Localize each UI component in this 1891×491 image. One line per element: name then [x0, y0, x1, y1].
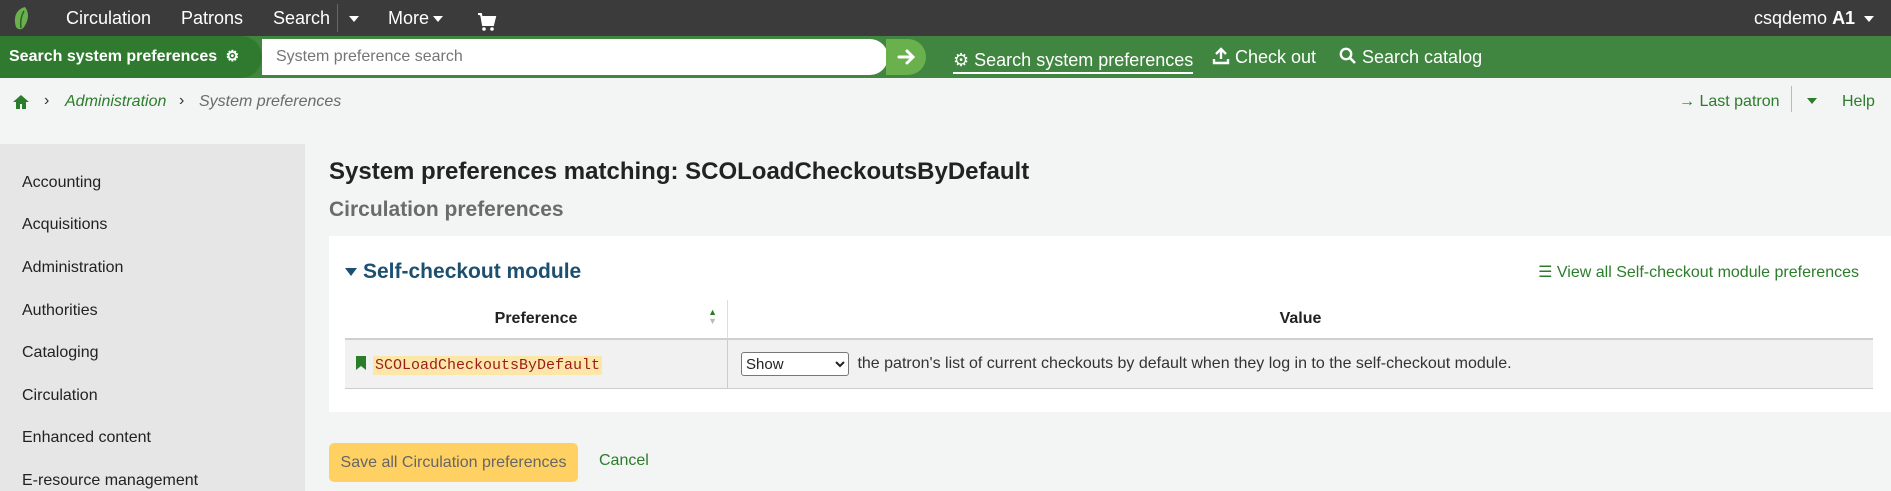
last-patron-label: Last patron	[1699, 93, 1780, 110]
page-title: System preferences matching: SCOLoadChec…	[329, 158, 1030, 185]
caret-down-icon	[1864, 16, 1875, 23]
help-label: Help	[1842, 93, 1875, 110]
arrow-right-icon	[897, 49, 916, 65]
breadcrumb-bar: › Administration › System preferences → …	[0, 78, 1891, 126]
caret-down-icon	[345, 268, 357, 277]
preference-cell: SCOLoadCheckoutsByDefault	[345, 339, 728, 389]
nav-divider	[337, 4, 338, 32]
page-subtitle: Circulation preferences	[329, 198, 564, 221]
sidebar-item-acquisitions[interactable]: Acquisitions	[22, 216, 107, 234]
section-title: Self-checkout module	[363, 260, 582, 283]
sidebar-item-circulation[interactable]: Circulation	[22, 387, 98, 405]
sort-icon: ▲ ▼	[708, 307, 717, 326]
section-toggle[interactable]: Self-checkout module	[345, 260, 581, 284]
search-icon	[1339, 47, 1356, 64]
sidebar-item-accounting[interactable]: Accounting	[22, 174, 101, 192]
preference-name: SCOLoadCheckoutsByDefault	[373, 355, 603, 375]
table-row: SCOLoadCheckoutsByDefault Show the patro…	[345, 339, 1873, 389]
last-patron-link[interactable]: → Last patron	[1679, 93, 1780, 111]
view-all-label: View all Self-checkout module preference…	[1556, 264, 1859, 281]
sidebar-item-administration[interactable]: Administration	[22, 259, 123, 277]
logged-in-user[interactable]: csqdemo A1	[1754, 0, 1875, 36]
top-navbar: Circulation Patrons Search More csqdemo …	[0, 0, 1891, 36]
tab-label: Search system preferences	[974, 50, 1194, 70]
preference-description: the patron's list of current checkouts b…	[857, 355, 1512, 373]
chevron-right-icon: ›	[179, 92, 185, 109]
view-all-link[interactable]: ☰ View all Self-checkout module preferen…	[1538, 262, 1859, 282]
sidebar-item-cataloging[interactable]: Cataloging	[22, 344, 99, 362]
help-link[interactable]: Help	[1842, 93, 1875, 111]
admin-sidebar: Accounting Acquisitions Administration A…	[0, 144, 305, 491]
search-submit-button[interactable]	[886, 39, 926, 75]
caret-down-icon	[1807, 97, 1817, 104]
caret-down-icon	[349, 16, 359, 23]
search-header: Search system preferences ⚙ ⚙ Search sys…	[0, 36, 1891, 78]
cancel-link[interactable]: Cancel	[599, 452, 649, 470]
branch-code: A1	[1832, 8, 1856, 28]
last-patron-dropdown[interactable]	[1803, 92, 1817, 110]
tab-search-catalog[interactable]: Search catalog	[1339, 36, 1482, 78]
cart-icon[interactable]	[477, 8, 497, 31]
list-icon: ☰	[1538, 264, 1553, 281]
tab-label: Search catalog	[1362, 47, 1483, 67]
home-icon[interactable]	[12, 93, 30, 111]
bookmark-icon[interactable]	[355, 355, 367, 371]
preferences-table: Preference ▲ ▼ Value SCOLoadCheckoutsByDe…	[345, 300, 1873, 389]
value-cell: Show the patron's list of current checko…	[727, 339, 1873, 389]
caret-down-icon	[433, 16, 444, 23]
sidebar-item-enhanced-content[interactable]: Enhanced content	[22, 429, 151, 447]
chevron-right-icon: ›	[44, 92, 50, 109]
search-type-text: Search system preferences	[9, 48, 218, 65]
gears-icon: ⚙	[953, 50, 970, 70]
username: csqdemo	[1754, 8, 1828, 28]
preferences-panel: Self-checkout module ☰ View all Self-che…	[329, 236, 1891, 412]
koha-logo-icon[interactable]	[10, 5, 36, 31]
breadcrumb-administration[interactable]: Administration	[65, 93, 166, 111]
breadcrumb-current: System preferences	[199, 93, 342, 110]
column-header-label: Preference	[494, 310, 578, 327]
divider	[1791, 86, 1792, 112]
syspref-search-input[interactable]	[262, 39, 888, 75]
nav-search-dropdown-toggle[interactable]	[345, 0, 359, 36]
nav-circulation[interactable]: Circulation	[66, 0, 151, 36]
nav-more-label: More	[388, 8, 430, 28]
arrow-right-icon: →	[1679, 93, 1695, 110]
search-type-label[interactable]: Search system preferences ⚙	[0, 36, 262, 78]
upload-icon	[1212, 47, 1230, 65]
column-header-value: Value	[727, 300, 1873, 340]
column-header-label: Value	[1279, 310, 1322, 327]
sidebar-item-authorities[interactable]: Authorities	[22, 302, 98, 320]
nav-more[interactable]: More	[388, 0, 444, 36]
nav-search[interactable]: Search	[273, 0, 330, 36]
gears-icon: ⚙	[225, 48, 240, 65]
column-header-preference[interactable]: Preference ▲ ▼	[345, 300, 728, 340]
tab-search-system-preferences[interactable]: ⚙ Search system preferences	[953, 40, 1194, 74]
nav-patrons[interactable]: Patrons	[181, 0, 243, 36]
tab-label: Check out	[1235, 47, 1317, 67]
tab-check-out[interactable]: Check out	[1212, 36, 1316, 78]
sidebar-item-e-resource-management[interactable]: E-resource management	[22, 472, 198, 490]
table-header-row: Preference ▲ ▼ Value	[345, 300, 1873, 340]
preference-value-select[interactable]: Show	[741, 352, 849, 376]
save-all-button[interactable]: Save all Circulation preferences	[329, 443, 578, 482]
